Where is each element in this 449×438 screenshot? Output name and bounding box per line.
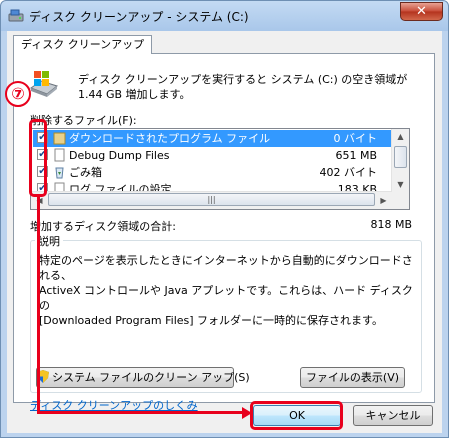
space-gain-value: 818 MB <box>370 218 412 231</box>
scroll-right-icon[interactable]: ▶ <box>376 193 391 208</box>
horizontal-scroll-thumb[interactable]: ||| <box>48 193 375 206</box>
tab-panel: ディスク クリーンアップを実行すると システム (C:) の空き領域が 1.44… <box>13 53 435 412</box>
tab-disk-cleanup[interactable]: ディスク クリーンアップ <box>13 35 153 54</box>
description-text: 特定のページを表示したときにインターネットから自動的にダウンロードされる、 Ac… <box>39 254 413 327</box>
list-item[interactable]: ✔ ダウンロードされたプログラム ファイル 0 バイト <box>33 130 391 147</box>
annotation-connector-horizontal <box>37 411 244 414</box>
files-listbox[interactable]: ✔ ダウンロードされたプログラム ファイル 0 バイト ✔ Debug Dump… <box>30 128 410 210</box>
file-size: 402 バイト <box>319 166 378 179</box>
annotation-connector-vertical <box>37 197 40 413</box>
scroll-up-icon[interactable]: ▲ <box>393 129 408 144</box>
cleanup-system-files-label: システム ファイルのクリーン アップ(S) <box>52 371 250 384</box>
list-item[interactable]: ✔ ごみ箱 402 バイト <box>33 164 391 181</box>
disk-cleanup-window: ディスク クリーンアップ - システム (C:) ✕ ディスク クリーンアップ … <box>0 0 449 438</box>
space-gain-label: 増加するディスク領域の合計: <box>30 220 176 233</box>
recycle-bin-icon <box>55 167 64 179</box>
file-name: Debug Dump Files <box>69 149 170 162</box>
dialog-client: ディスク クリーンアップ ディスク クリーンアップを実行すると システム (C:… <box>7 31 442 433</box>
annotation-ok-highlight <box>250 401 343 430</box>
hard-drive-icon <box>29 71 59 97</box>
file-name: ごみ箱 <box>69 166 102 179</box>
scroll-down-icon[interactable]: ▼ <box>393 177 408 192</box>
disk-cleanup-icon <box>8 9 24 22</box>
file-name: ダウンロードされたプログラム ファイル <box>69 132 271 145</box>
file-size: 0 バイト <box>333 132 378 145</box>
cancel-button[interactable]: キャンセル <box>353 405 433 426</box>
folder-icon <box>53 132 66 145</box>
annotation-checkbox-highlight <box>29 119 47 197</box>
title-bar[interactable]: ディスク クリーンアップ - システム (C:) ✕ <box>1 1 448 31</box>
horizontal-scrollbar[interactable]: ◀ ||| ▶ <box>31 191 392 209</box>
file-size: 651 MB <box>335 149 377 162</box>
scrollbar-corner <box>392 192 409 209</box>
annotation-step-number: ⑦ <box>5 81 31 107</box>
vertical-scrollbar[interactable]: ▲ ▼ <box>391 129 409 193</box>
file-icon <box>54 148 65 162</box>
cleanup-system-files-button[interactable]: システム ファイルのクリーン アップ(S) <box>36 367 250 388</box>
window-title: ディスク クリーンアップ - システム (C:) <box>29 10 249 24</box>
annotation-arrowhead-icon <box>242 407 252 419</box>
close-button[interactable]: ✕ <box>400 2 443 21</box>
list-item[interactable]: ✔ Debug Dump Files 651 MB <box>33 147 391 164</box>
view-files-button[interactable]: ファイルの表示(V) <box>300 367 405 388</box>
vertical-scroll-thumb[interactable] <box>394 146 407 168</box>
cleanup-description: ディスク クリーンアップを実行すると システム (C:) の空き領域が 1.44… <box>78 73 408 101</box>
